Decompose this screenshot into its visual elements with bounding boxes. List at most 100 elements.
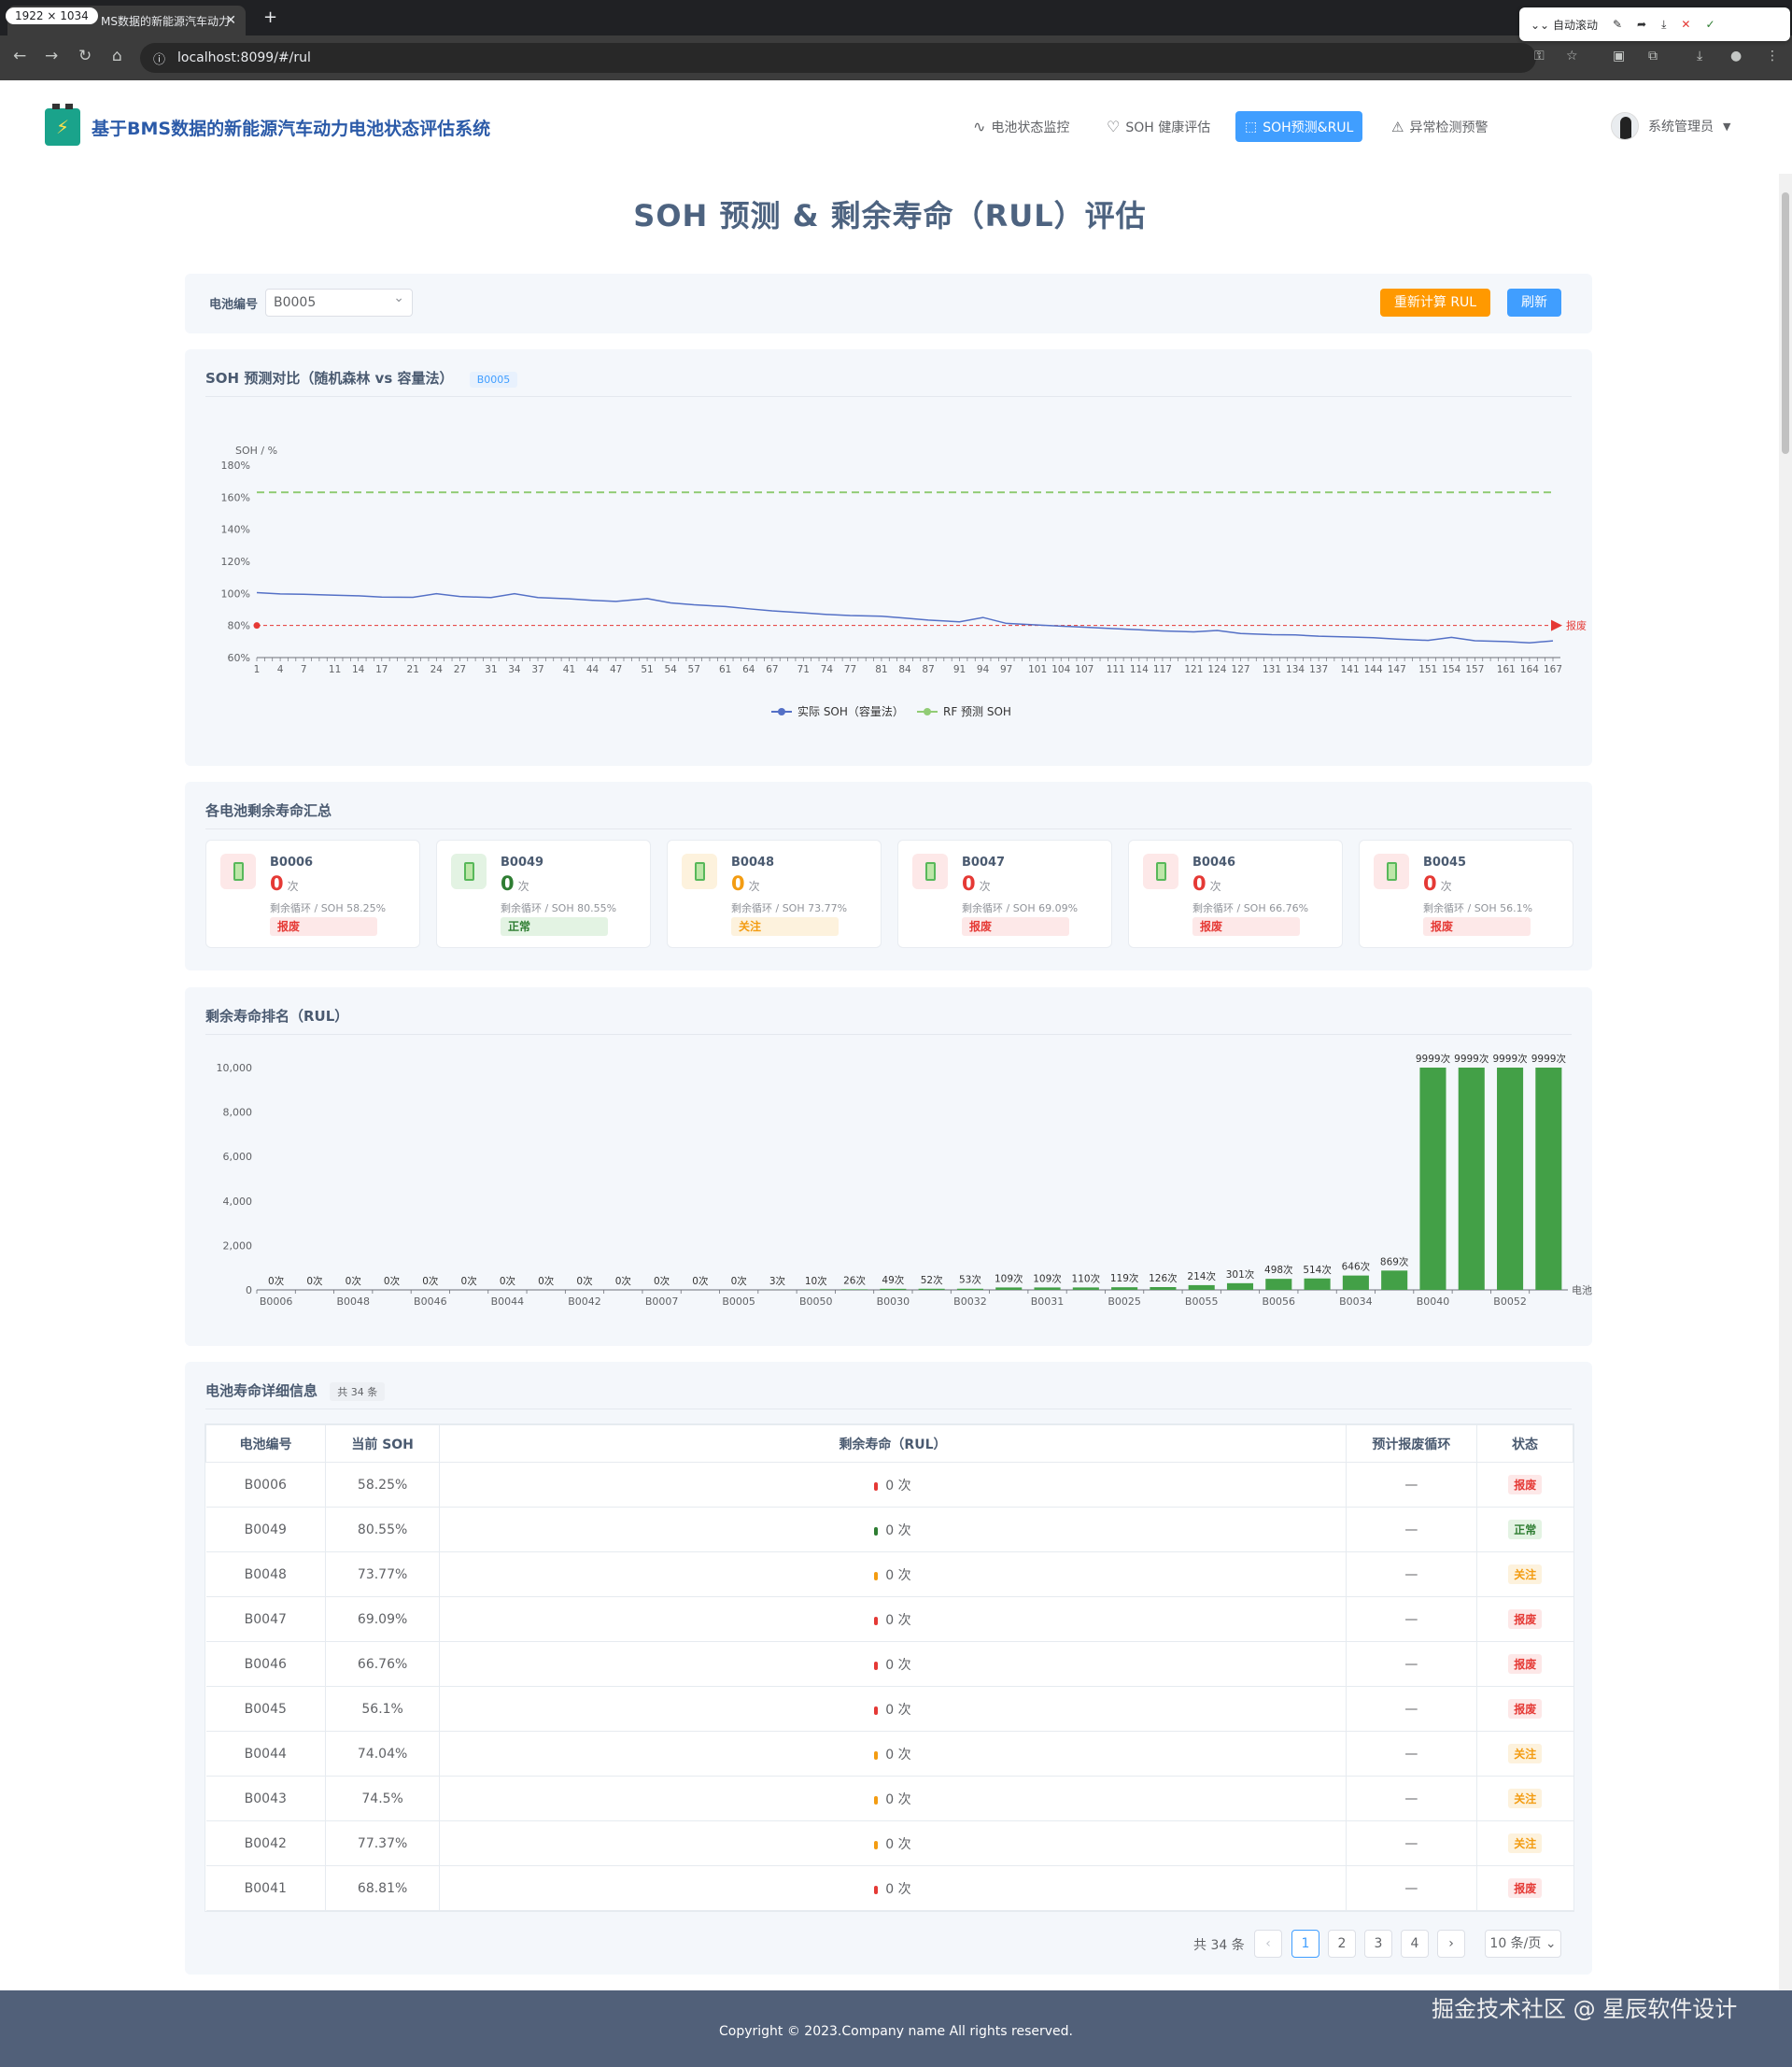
x-tick-label: 74: [821, 664, 834, 675]
scrollbar-thumb[interactable]: [1782, 192, 1789, 454]
rul-ranking-title: 剩余寿命排名（RUL）: [205, 1008, 349, 1025]
downloads-icon[interactable]: ⤓: [1697, 49, 1702, 64]
cell-rul: 0 次: [439, 1776, 1347, 1821]
rul-summary-card-item[interactable]: B0046 0 次剩余循环 / SOH 66.76% 报废: [1128, 840, 1343, 948]
nav-anomaly-alert[interactable]: ⚠ 异常检测预警: [1382, 111, 1497, 142]
rul-summary-card-item[interactable]: B0045 0 次剩余循环 / SOH 56.1% 报废: [1359, 840, 1573, 948]
cell-eol: —: [1346, 1462, 1477, 1508]
bar-value-label: 498次: [1264, 1264, 1293, 1276]
threshold-arrow: [1551, 619, 1562, 631]
table-row[interactable]: B0006 58.25% 0 次 — 报废: [205, 1462, 1573, 1508]
puzzle-icon[interactable]: ⧉: [1648, 49, 1658, 64]
table-row[interactable]: B0048 73.77% 0 次 — 关注: [205, 1551, 1573, 1597]
table-row[interactable]: B0049 80.55% 0 次 — 正常: [205, 1507, 1573, 1552]
home-icon[interactable]: ⌂: [112, 47, 122, 65]
cell-eol: —: [1346, 1820, 1477, 1866]
key-icon[interactable]: ⚿: [1534, 49, 1545, 64]
page-button-1[interactable]: 1: [1291, 1930, 1319, 1958]
col-header: 当前 SOH: [325, 1424, 441, 1463]
rul-summary-card-item[interactable]: B0049 0 次剩余循环 / SOH 80.55% 正常: [436, 840, 651, 948]
rul-ranking-card: 剩余寿命排名（RUL） 10,000 8,000 6,000 4,000 2,000 0 0…: [185, 987, 1592, 1346]
x-tick-label: 91: [953, 664, 966, 675]
pen-icon[interactable]: ✎: [1613, 18, 1622, 31]
summary-rul-value: 0次: [1192, 872, 1221, 895]
page-button-2[interactable]: 2: [1328, 1930, 1356, 1958]
url-text: localhost:8099/#/rul: [177, 50, 311, 65]
new-tab-icon[interactable]: +: [263, 7, 277, 27]
table-row[interactable]: B0041 68.81% 0 次 — 报废: [205, 1865, 1573, 1911]
battery-select[interactable]: B0005: [265, 289, 413, 317]
status-badge: 报废: [1508, 1699, 1543, 1719]
summary-rul-number: 0: [1192, 872, 1206, 895]
cell-soh: 58.25%: [325, 1462, 441, 1508]
scrollbar[interactable]: [1779, 174, 1792, 1990]
nav-soh-health[interactable]: ♡ SOH 健康评估: [1097, 111, 1220, 142]
pulse-icon: ∿: [973, 118, 986, 135]
cell-rul-text: 0 次: [885, 1791, 911, 1807]
cell-status: 正常: [1476, 1507, 1573, 1552]
download-icon[interactable]: ⤓: [1661, 18, 1666, 32]
site-info-icon[interactable]: ⓘ: [153, 50, 165, 67]
table-row[interactable]: B0045 56.1% 0 次 — 报废: [205, 1686, 1573, 1732]
trend-chart-icon: ⬚: [1245, 119, 1258, 134]
heart-icon: ♡: [1107, 118, 1121, 135]
prev-page-button[interactable]: ‹: [1254, 1930, 1282, 1958]
forward-icon[interactable]: →: [45, 47, 58, 65]
user-menu[interactable]: 系统管理员 ▼: [1611, 112, 1730, 140]
bar-value-label: 119次: [1110, 1272, 1139, 1284]
auto-scroll-button[interactable]: ⌄⌄ 自动滚动: [1531, 17, 1598, 33]
table-row[interactable]: B0043 74.5% 0 次 — 关注: [205, 1776, 1573, 1821]
profile-icon[interactable]: ●: [1730, 49, 1742, 64]
nav-soh-rul[interactable]: ⬚ SOH预测&RUL: [1235, 111, 1363, 142]
reload-icon[interactable]: ↻: [78, 47, 92, 65]
share-icon[interactable]: ➦: [1637, 18, 1646, 31]
summary-rul-unit: 次: [287, 880, 299, 893]
bar-value-label: 0次: [422, 1275, 439, 1287]
tab-close-icon[interactable]: ✕: [225, 13, 236, 28]
y-tick-label: 60%: [228, 652, 250, 664]
table-row[interactable]: B0046 66.76% 0 次 — 报废: [205, 1641, 1573, 1687]
table-row[interactable]: B0044 74.04% 0 次 — 关注: [205, 1731, 1573, 1777]
cell-battery-id: B0044: [205, 1731, 327, 1777]
x-tick-label: 114: [1130, 664, 1149, 675]
page-size-select[interactable]: 10 条/页 ⌄: [1485, 1930, 1561, 1958]
bar-B0027: [995, 1287, 1023, 1290]
back-icon[interactable]: ←: [13, 47, 26, 65]
rul-summary-card-item[interactable]: B0047 0 次剩余循环 / SOH 69.09% 报废: [897, 840, 1112, 948]
next-page-button[interactable]: ›: [1437, 1930, 1465, 1958]
divider: [205, 396, 1572, 397]
battery-icon: [912, 854, 948, 889]
nav-battery-monitor[interactable]: ∿ 电池状态监控: [964, 111, 1079, 142]
cell-eol: —: [1346, 1776, 1477, 1821]
refresh-button[interactable]: 刷新: [1507, 289, 1561, 317]
page-button-4[interactable]: 4: [1401, 1930, 1429, 1958]
url-bar[interactable]: ⓘ localhost:8099/#/rul: [140, 43, 1536, 73]
y-axis-label: SOH / %: [235, 445, 277, 457]
browser-chrome: 1922 × 1034 MS数据的新能源汽车动力 ✕ + ⌄⌄ 自动滚动 ✎ ➦…: [0, 0, 1792, 80]
status-dot: [874, 1795, 879, 1805]
x-tick-label: 54: [664, 664, 677, 675]
bookmark-star-icon[interactable]: ☆: [1566, 49, 1578, 64]
cell-eol: —: [1346, 1596, 1477, 1642]
table-row[interactable]: B0042 77.37% 0 次 — 关注: [205, 1820, 1573, 1866]
page-button-3[interactable]: 3: [1364, 1930, 1392, 1958]
warning-icon: ⚠: [1391, 118, 1404, 135]
close-icon[interactable]: ✕: [1681, 18, 1690, 31]
cell-battery-id: B0046: [205, 1641, 327, 1687]
cell-soh: 73.77%: [325, 1551, 441, 1597]
bar-value-label: 49次: [882, 1274, 904, 1286]
recalc-rul-button[interactable]: 重新计算 RUL: [1380, 289, 1490, 317]
controls-card: 电池编号 B0005 重新计算 RUL 刷新: [185, 274, 1592, 333]
status-badge: 正常: [1508, 1520, 1543, 1539]
x-category-label: B0040: [1417, 1295, 1450, 1308]
x-tick-label: 71: [797, 664, 810, 675]
check-icon[interactable]: ✓: [1705, 18, 1714, 31]
rul-summary-card-item[interactable]: B0048 0 次剩余循环 / SOH 73.77% 关注: [667, 840, 882, 948]
table-row[interactable]: B0047 69.09% 0 次 — 报废: [205, 1596, 1573, 1642]
chevron-down-icon: ⌄: [1545, 1936, 1557, 1951]
cell-battery-id: B0043: [205, 1776, 327, 1821]
menu-icon[interactable]: ⋮: [1766, 49, 1779, 64]
bar-B0051: [1535, 1068, 1562, 1290]
extension-icon[interactable]: ▣: [1613, 49, 1625, 64]
rul-summary-card-item[interactable]: B0006 0 次剩余循环 / SOH 58.25% 报废: [205, 840, 420, 948]
